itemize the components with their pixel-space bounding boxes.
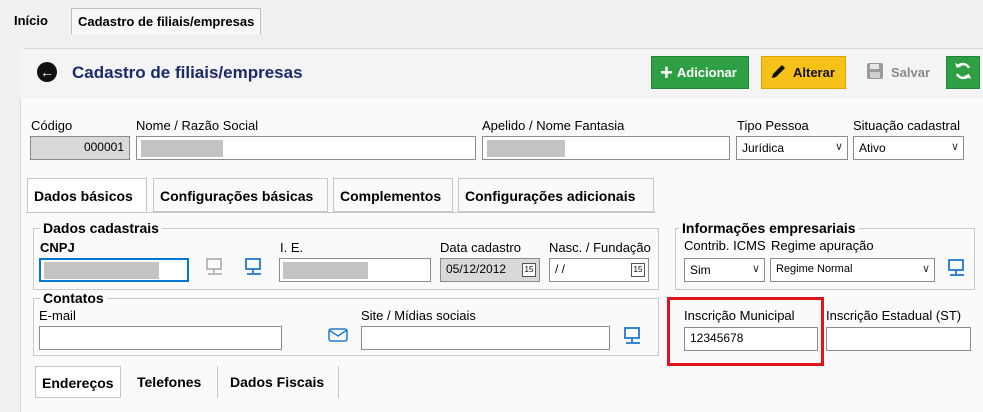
regime-label: Regime apuração — [771, 238, 874, 253]
email-label: E-mail — [39, 308, 76, 323]
network-icon[interactable] — [622, 326, 644, 346]
save-button[interactable]: Salvar — [858, 56, 942, 89]
tipo-pessoa-label: Tipo Pessoa — [737, 118, 809, 133]
nasc-value: / / — [555, 262, 566, 276]
site-label: Site / Mídias sociais — [361, 308, 476, 323]
tab-dados-basicos[interactable]: Dados básicos — [27, 178, 147, 212]
tab-divider — [26, 212, 656, 213]
regime-value: Regime Normal — [776, 263, 853, 275]
cnpj-field[interactable] — [39, 258, 189, 282]
tipo-pessoa-value: Jurídica — [742, 141, 785, 155]
arrow-left-icon[interactable]: ← — [37, 62, 57, 82]
alter-button[interactable]: Alterar — [761, 56, 846, 89]
network-icon[interactable] — [946, 258, 968, 278]
contatos-title: Contatos — [40, 290, 107, 306]
chevron-down-icon: ∨ — [834, 141, 843, 153]
network-icon[interactable] — [243, 257, 265, 277]
ie-field[interactable] — [279, 258, 431, 282]
alter-button-label: Alterar — [793, 65, 835, 80]
mail-icon[interactable] — [328, 327, 348, 346]
contrib-icms-value: Sim — [690, 263, 711, 277]
nome-field[interactable] — [136, 136, 476, 160]
apelido-field[interactable] — [482, 136, 730, 160]
network-icon[interactable] — [204, 257, 226, 277]
tab-config-adicionais[interactable]: Configurações adicionais — [458, 178, 654, 212]
codigo-label: Código — [31, 118, 73, 133]
top-tab-cadastro[interactable]: Cadastro de filiais/empresas — [71, 8, 262, 34]
nome-label: Nome / Razão Social — [136, 118, 259, 133]
pencil-icon — [770, 62, 788, 83]
page-title: Cadastro de filiais/empresas — [72, 63, 303, 82]
cnpj-label: CNPJ — [40, 240, 75, 255]
tipo-pessoa-select[interactable]: Jurídica ∨ — [736, 136, 848, 160]
chevron-down-icon: ∨ — [751, 263, 760, 275]
subtab-telefones[interactable]: Telefones — [131, 366, 218, 398]
subtab-dados-fiscais[interactable]: Dados Fiscais — [224, 366, 339, 398]
codigo-field[interactable]: 000001 — [30, 136, 130, 160]
nasc-label: Nasc. / Fundação — [549, 240, 651, 255]
tab-complementos[interactable]: Complementos — [333, 178, 453, 212]
calendar-icon[interactable]: 15 — [631, 263, 645, 277]
refresh-icon — [952, 60, 974, 85]
insc-estadual-field[interactable] — [826, 327, 971, 351]
situacao-value: Ativo — [859, 141, 886, 155]
email-field[interactable] — [39, 326, 282, 350]
situacao-select[interactable]: Ativo ∨ — [853, 136, 964, 160]
dados-cadastrais-title: Dados cadastrais — [40, 220, 162, 236]
apelido-label: Apelido / Nome Fantasia — [482, 118, 625, 133]
highlight-box — [667, 297, 824, 366]
site-field[interactable] — [361, 326, 610, 350]
data-cadastro-value: 05/12/2012 — [446, 262, 507, 276]
nasc-field[interactable]: / / 15 — [549, 258, 649, 282]
insc-estadual-label: Inscrição Estadual (ST) — [826, 308, 962, 323]
refresh-button[interactable] — [946, 56, 980, 89]
info-empresariais-title: Informações empresariais — [679, 220, 859, 236]
chevron-down-icon: ∨ — [921, 263, 930, 275]
save-button-label: Salvar — [891, 65, 931, 80]
regime-select[interactable]: Regime Normal ∨ — [770, 258, 935, 282]
data-cadastro-field[interactable]: 05/12/2012 15 — [440, 258, 540, 282]
add-button[interactable]: + Adicionar — [651, 56, 749, 89]
contrib-icms-select[interactable]: Sim ∨ — [684, 258, 765, 282]
calendar-icon[interactable]: 15 — [522, 263, 536, 277]
top-tab-inicio[interactable]: Início — [8, 8, 54, 34]
chevron-down-icon: ∨ — [950, 141, 959, 153]
floppy-icon — [866, 62, 884, 83]
ie-label: I. E. — [280, 240, 304, 255]
contrib-icms-label: Contrib. ICMS — [684, 238, 766, 253]
situacao-label: Situação cadastral — [853, 118, 960, 133]
add-button-label: Adicionar — [676, 65, 737, 80]
tab-config-basicas[interactable]: Configurações básicas — [153, 178, 328, 212]
data-cadastro-label: Data cadastro — [440, 240, 521, 255]
subtab-enderecos[interactable]: Endereços — [35, 366, 121, 398]
plus-icon: + — [660, 59, 673, 85]
